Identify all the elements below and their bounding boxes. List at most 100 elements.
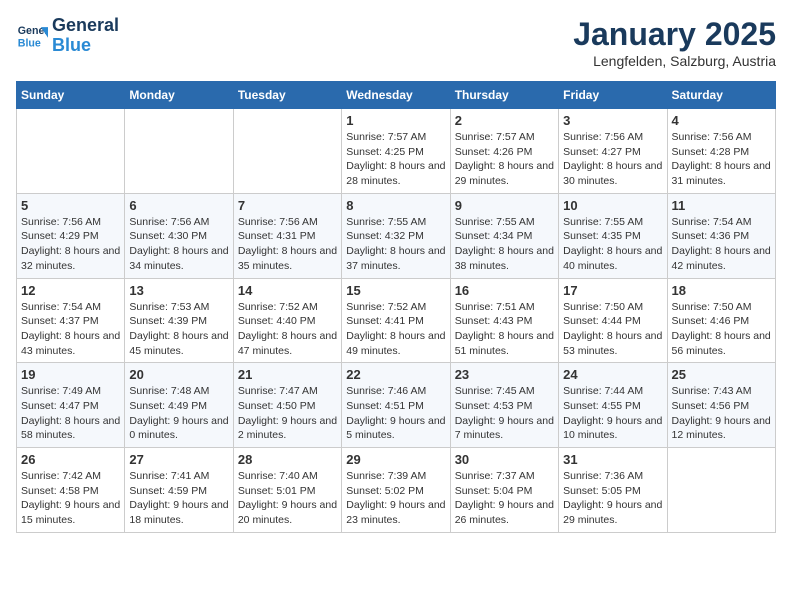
calendar-cell: 20Sunrise: 7:48 AMSunset: 4:49 PMDayligh… xyxy=(125,363,233,448)
day-info: Sunrise: 7:49 AMSunset: 4:47 PMDaylight:… xyxy=(21,384,120,443)
day-info: Sunrise: 7:56 AMSunset: 4:27 PMDaylight:… xyxy=(563,130,662,189)
day-info: Sunrise: 7:54 AMSunset: 4:36 PMDaylight:… xyxy=(672,215,771,274)
day-number: 26 xyxy=(21,452,120,467)
day-info: Sunrise: 7:56 AMSunset: 4:31 PMDaylight:… xyxy=(238,215,337,274)
day-info: Sunrise: 7:50 AMSunset: 4:44 PMDaylight:… xyxy=(563,300,662,359)
day-info: Sunrise: 7:55 AMSunset: 4:32 PMDaylight:… xyxy=(346,215,445,274)
location: Lengfelden, Salzburg, Austria xyxy=(573,53,776,69)
svg-text:General: General xyxy=(18,25,48,37)
day-number: 4 xyxy=(672,113,771,128)
month-title: January 2025 xyxy=(573,16,776,53)
day-number: 28 xyxy=(238,452,337,467)
day-number: 21 xyxy=(238,367,337,382)
calendar-table: Sunday Monday Tuesday Wednesday Thursday… xyxy=(16,81,776,533)
day-info: Sunrise: 7:53 AMSunset: 4:39 PMDaylight:… xyxy=(129,300,228,359)
header-sunday: Sunday xyxy=(17,82,125,109)
logo-text: General Blue xyxy=(52,16,119,56)
calendar-cell: 3Sunrise: 7:56 AMSunset: 4:27 PMDaylight… xyxy=(559,109,667,194)
calendar-cell: 8 Sunrise: 7:55 AMSunset: 4:32 PMDaylight… xyxy=(342,193,450,278)
day-info: Sunrise: 7:52 AMSunset: 4:40 PMDaylight:… xyxy=(238,300,337,359)
day-info: Sunrise: 7:39 AMSunset: 5:02 PMDaylight:… xyxy=(346,469,445,528)
day-number: 16 xyxy=(455,283,554,298)
day-number: 10 xyxy=(563,198,662,213)
calendar-week-row: 19 Sunrise: 7:49 AMSunset: 4:47 PMDayligh… xyxy=(17,363,776,448)
calendar-week-row: 12 Sunrise: 7:54 AMSunset: 4:37 PMDayligh… xyxy=(17,278,776,363)
calendar-cell: 5 Sunrise: 7:56 AMSunset: 4:29 PMDaylight… xyxy=(17,193,125,278)
calendar-cell: 2Sunrise: 7:57 AMSunset: 4:26 PMDaylight… xyxy=(450,109,558,194)
header-friday: Friday xyxy=(559,82,667,109)
calendar-cell xyxy=(125,109,233,194)
calendar-cell: 28 Sunrise: 7:40 AMSunset: 5:01 PMDayligh… xyxy=(233,448,341,533)
calendar-cell: 16 Sunrise: 7:51 AMSunset: 4:43 PMDayligh… xyxy=(450,278,558,363)
day-info: Sunrise: 7:51 AMSunset: 4:43 PMDaylight:… xyxy=(455,300,554,359)
day-info: Sunrise: 7:50 AMSunset: 4:46 PMDaylight:… xyxy=(672,300,771,359)
day-info: Sunrise: 7:43 AMSunset: 4:56 PMDaylight:… xyxy=(672,384,771,443)
title-block: January 2025 Lengfelden, Salzburg, Austr… xyxy=(573,16,776,69)
page-header: General Blue General Blue January 2025 L… xyxy=(16,16,776,69)
calendar-cell: 17 Sunrise: 7:50 AMSunset: 4:44 PMDayligh… xyxy=(559,278,667,363)
day-number: 6 xyxy=(129,198,228,213)
day-info: Sunrise: 7:52 AMSunset: 4:41 PMDaylight:… xyxy=(346,300,445,359)
calendar-week-row: 5 Sunrise: 7:56 AMSunset: 4:29 PMDaylight… xyxy=(17,193,776,278)
calendar-cell: 25 Sunrise: 7:43 AMSunset: 4:56 PMDayligh… xyxy=(667,363,775,448)
day-number: 8 xyxy=(346,198,445,213)
day-info: Sunrise: 7:57 AMSunset: 4:25 PMDaylight:… xyxy=(346,130,445,189)
day-info: Sunrise: 7:56 AMSunset: 4:30 PMDaylight:… xyxy=(129,215,228,274)
header-tuesday: Tuesday xyxy=(233,82,341,109)
logo-icon: General Blue xyxy=(16,20,48,52)
calendar-cell xyxy=(233,109,341,194)
day-number: 18 xyxy=(672,283,771,298)
day-number: 2 xyxy=(455,113,554,128)
day-info: Sunrise: 7:54 AMSunset: 4:37 PMDaylight:… xyxy=(21,300,120,359)
header-monday: Monday xyxy=(125,82,233,109)
day-number: 24 xyxy=(563,367,662,382)
day-number: 27 xyxy=(129,452,228,467)
calendar-cell: 30 Sunrise: 7:37 AMSunset: 5:04 PMDayligh… xyxy=(450,448,558,533)
calendar-cell: 12 Sunrise: 7:54 AMSunset: 4:37 PMDayligh… xyxy=(17,278,125,363)
header-wednesday: Wednesday xyxy=(342,82,450,109)
day-number: 5 xyxy=(21,198,120,213)
day-number: 23 xyxy=(455,367,554,382)
calendar-cell: 23Sunrise: 7:45 AMSunset: 4:53 PMDayligh… xyxy=(450,363,558,448)
calendar-cell: 31Sunrise: 7:36 AMSunset: 5:05 PMDayligh… xyxy=(559,448,667,533)
header-thursday: Thursday xyxy=(450,82,558,109)
calendar-cell: 1 Sunrise: 7:57 AMSunset: 4:25 PMDaylight… xyxy=(342,109,450,194)
calendar-cell xyxy=(17,109,125,194)
calendar-header-row: Sunday Monday Tuesday Wednesday Thursday… xyxy=(17,82,776,109)
day-info: Sunrise: 7:55 AMSunset: 4:34 PMDaylight:… xyxy=(455,215,554,274)
day-number: 9 xyxy=(455,198,554,213)
day-info: Sunrise: 7:56 AMSunset: 4:29 PMDaylight:… xyxy=(21,215,120,274)
day-info: Sunrise: 7:46 AMSunset: 4:51 PMDaylight:… xyxy=(346,384,445,443)
calendar-cell: 26 Sunrise: 7:42 AMSunset: 4:58 PMDayligh… xyxy=(17,448,125,533)
calendar-cell: 21 Sunrise: 7:47 AMSunset: 4:50 PMDayligh… xyxy=(233,363,341,448)
day-number: 19 xyxy=(21,367,120,382)
day-number: 7 xyxy=(238,198,337,213)
calendar-cell: 7 Sunrise: 7:56 AMSunset: 4:31 PMDaylight… xyxy=(233,193,341,278)
day-info: Sunrise: 7:36 AMSunset: 5:05 PMDaylight:… xyxy=(563,469,662,528)
day-info: Sunrise: 7:48 AMSunset: 4:49 PMDaylight:… xyxy=(129,384,228,443)
calendar-cell: 13Sunrise: 7:53 AMSunset: 4:39 PMDayligh… xyxy=(125,278,233,363)
day-number: 22 xyxy=(346,367,445,382)
calendar-cell: 6 Sunrise: 7:56 AMSunset: 4:30 PMDaylight… xyxy=(125,193,233,278)
day-number: 25 xyxy=(672,367,771,382)
header-saturday: Saturday xyxy=(667,82,775,109)
day-number: 11 xyxy=(672,198,771,213)
day-number: 1 xyxy=(346,113,445,128)
day-number: 30 xyxy=(455,452,554,467)
day-info: Sunrise: 7:56 AMSunset: 4:28 PMDaylight:… xyxy=(672,130,771,189)
day-info: Sunrise: 7:40 AMSunset: 5:01 PMDaylight:… xyxy=(238,469,337,528)
day-info: Sunrise: 7:47 AMSunset: 4:50 PMDaylight:… xyxy=(238,384,337,443)
calendar-cell: 19 Sunrise: 7:49 AMSunset: 4:47 PMDayligh… xyxy=(17,363,125,448)
calendar-cell: 15 Sunrise: 7:52 AMSunset: 4:41 PMDayligh… xyxy=(342,278,450,363)
calendar-cell: 22 Sunrise: 7:46 AMSunset: 4:51 PMDayligh… xyxy=(342,363,450,448)
day-info: Sunrise: 7:42 AMSunset: 4:58 PMDaylight:… xyxy=(21,469,120,528)
calendar-cell: 11 Sunrise: 7:54 AMSunset: 4:36 PMDayligh… xyxy=(667,193,775,278)
day-info: Sunrise: 7:37 AMSunset: 5:04 PMDaylight:… xyxy=(455,469,554,528)
calendar-week-row: 26 Sunrise: 7:42 AMSunset: 4:58 PMDayligh… xyxy=(17,448,776,533)
svg-text:Blue: Blue xyxy=(18,37,41,49)
day-number: 12 xyxy=(21,283,120,298)
calendar-cell: 9 Sunrise: 7:55 AMSunset: 4:34 PMDaylight… xyxy=(450,193,558,278)
day-number: 17 xyxy=(563,283,662,298)
day-number: 15 xyxy=(346,283,445,298)
calendar-cell: 10Sunrise: 7:55 AMSunset: 4:35 PMDayligh… xyxy=(559,193,667,278)
